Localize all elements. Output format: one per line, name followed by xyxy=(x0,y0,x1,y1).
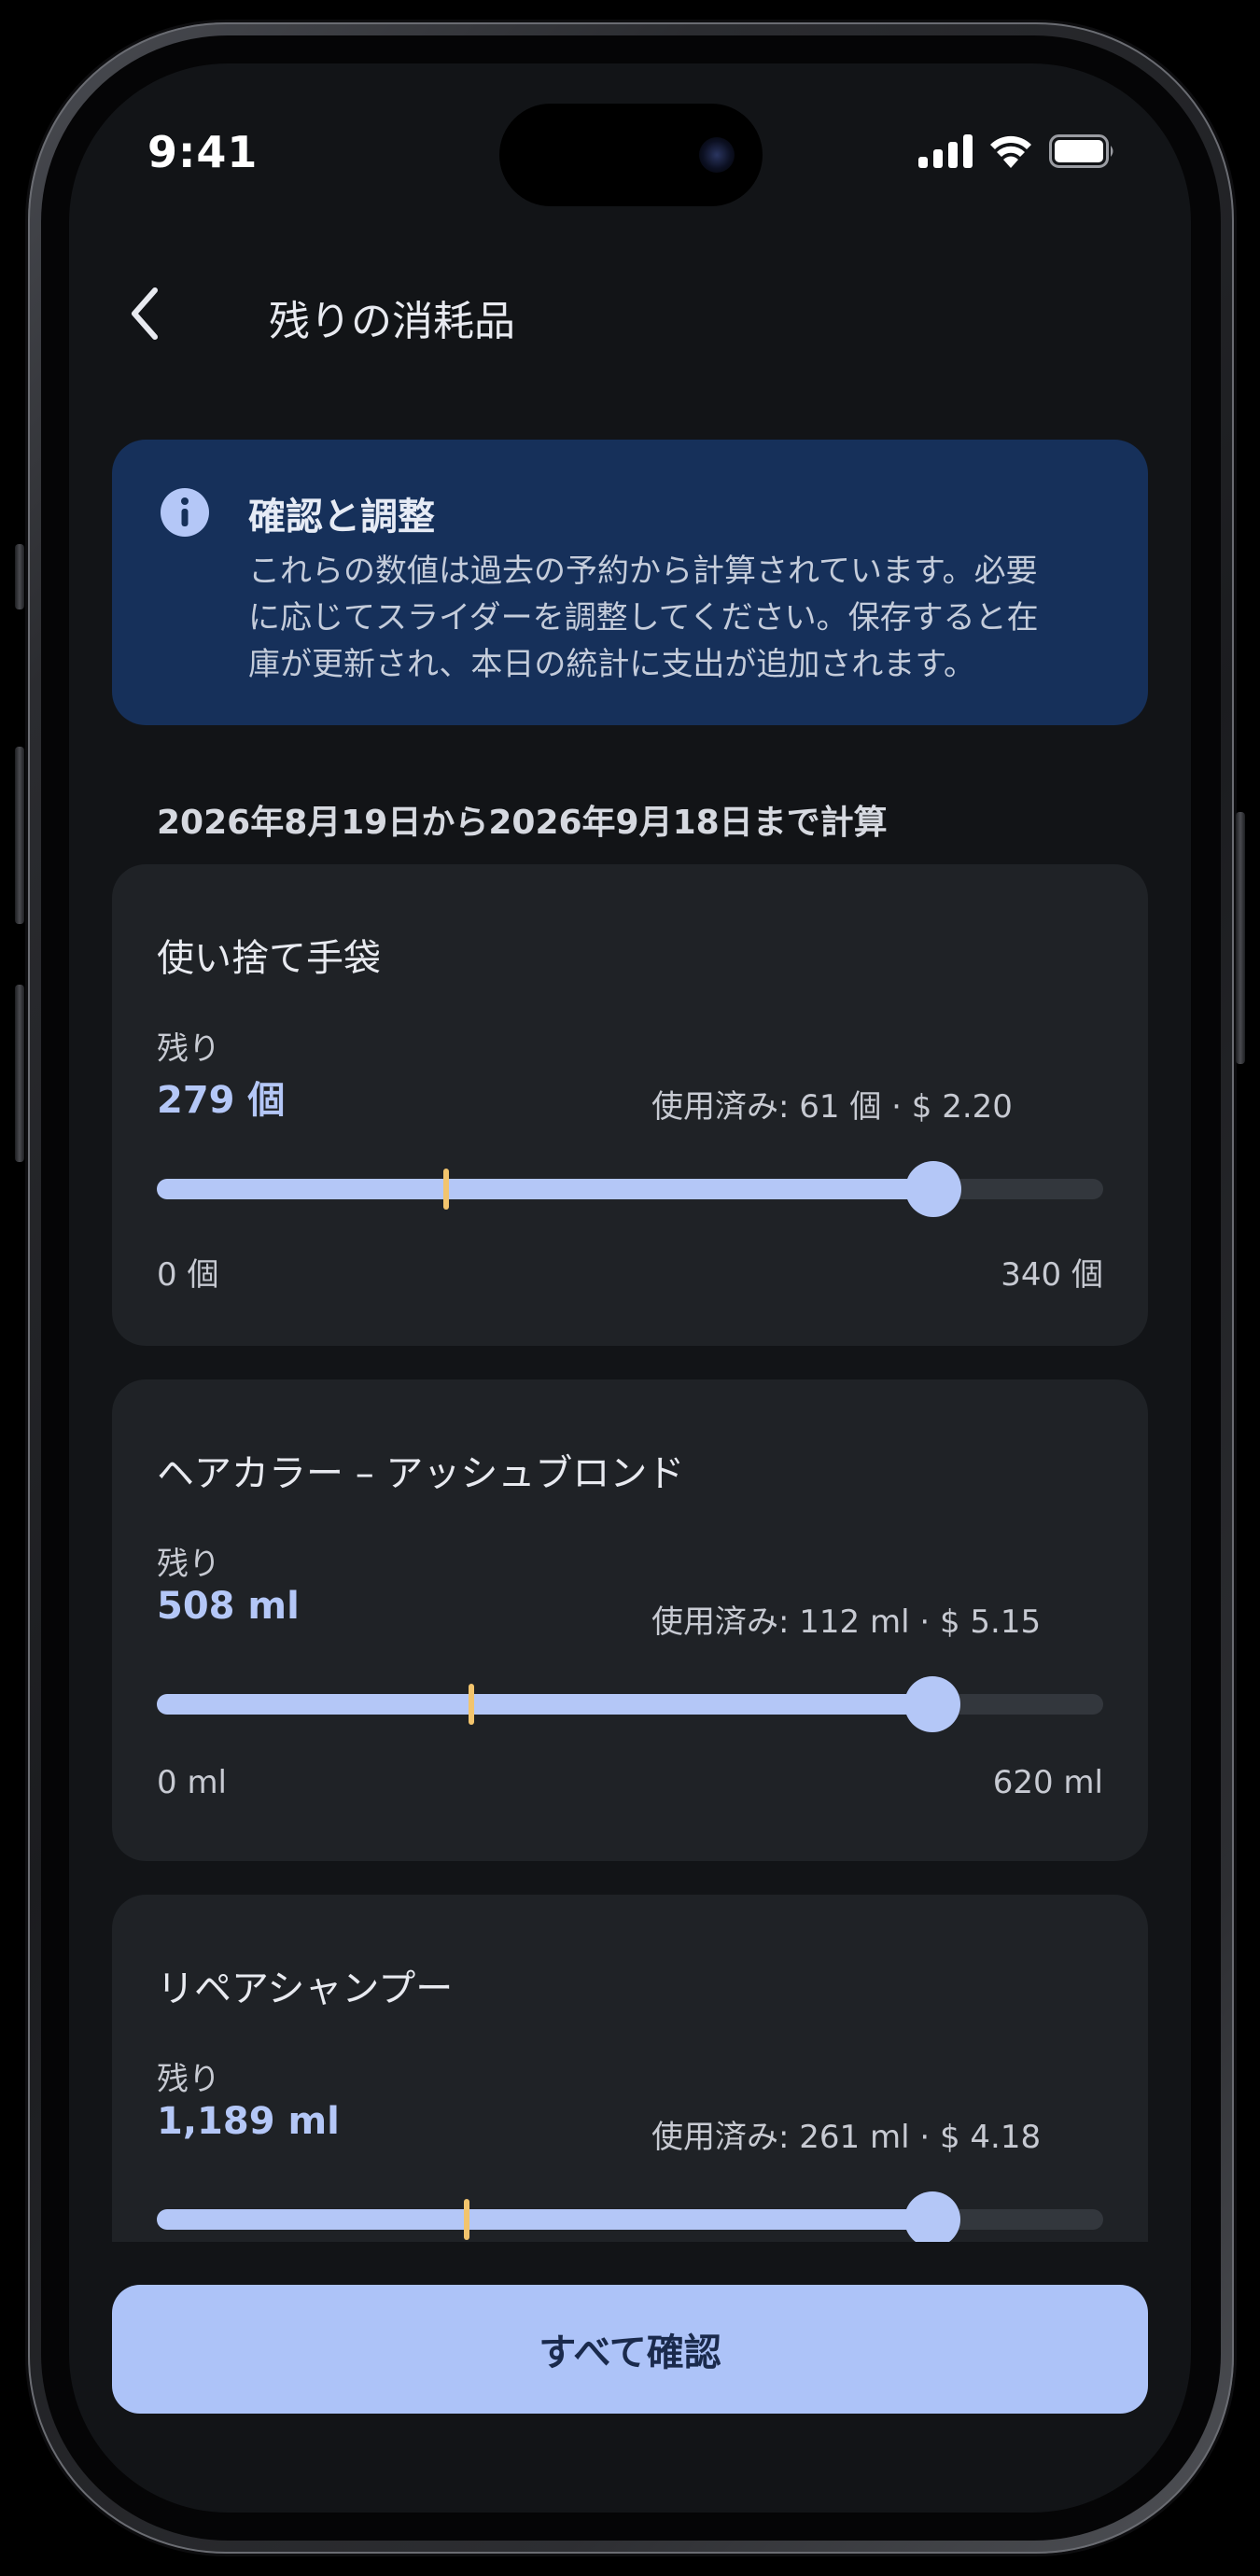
slider-thumb[interactable] xyxy=(905,1161,962,1217)
remaining-value: 1,189 ml xyxy=(157,2100,340,2143)
slider-fill xyxy=(157,1694,932,1715)
cellular-signal-icon xyxy=(918,134,973,168)
calculated-marker xyxy=(464,2199,470,2240)
app-screen: 9:41 残りの消耗品 確認と調整 これらの数値は過去の予約から計算されています… xyxy=(69,63,1191,2513)
power-button xyxy=(1236,812,1245,1064)
info-body: これらの数値は過去の予約から計算されています。必要 に応じてスライダーを調整して… xyxy=(248,548,1107,688)
slider-max-label: 620 ml xyxy=(992,1764,1103,1801)
supply-name: ヘアカラー – アッシュブロンド xyxy=(157,1452,685,1495)
supply-name: リペアシャンプー xyxy=(157,1967,454,2010)
slider-min-label: 0 個 xyxy=(157,1256,219,1294)
info-banner: 確認と調整 これらの数値は過去の予約から計算されています。必要 に応じてスライダ… xyxy=(112,440,1148,725)
calculated-marker xyxy=(468,1684,474,1725)
slider-thumb[interactable] xyxy=(904,2191,961,2242)
remaining-value: 508 ml xyxy=(157,1585,300,1628)
used-summary: 使用済み: 112 ml · $ 5.15 xyxy=(651,1603,1042,1641)
remaining-value: 279 個 xyxy=(157,1079,286,1122)
back-button[interactable] xyxy=(110,280,177,347)
used-summary: 使用済み: 61 個 · $ 2.20 xyxy=(651,1088,1013,1126)
used-summary: 使用済み: 261 ml · $ 4.18 xyxy=(651,2119,1042,2156)
remaining-label: 残り xyxy=(157,2061,220,2098)
remaining-label: 残り xyxy=(157,1546,220,1583)
supply-name: 使い捨て手袋 xyxy=(157,937,381,980)
supply-card-shampoo: リペアシャンプー 残り 1,189 ml 使用済み: 261 ml · $ 4.… xyxy=(112,1895,1148,2242)
wifi-icon xyxy=(990,135,1031,168)
slider-thumb[interactable] xyxy=(903,1676,960,1732)
chevron-left-icon xyxy=(132,287,158,340)
supply-card-hair-color: ヘアカラー – アッシュブロンド 残り 508 ml 使用済み: 112 ml … xyxy=(112,1379,1148,1861)
volume-down-button xyxy=(15,985,24,1162)
front-camera xyxy=(699,137,735,173)
battery-icon xyxy=(1049,134,1113,168)
info-body-line: これらの数値は過去の予約から計算されています。必要 xyxy=(248,553,1038,590)
remaining-slider[interactable] xyxy=(157,1161,1103,1217)
status-time: 9:41 xyxy=(147,127,259,177)
info-icon xyxy=(161,488,209,537)
action-button xyxy=(15,544,24,609)
page-title: 残りの消耗品 xyxy=(269,298,515,345)
slider-min-label: 0 ml xyxy=(157,1764,228,1801)
remaining-slider[interactable] xyxy=(157,1676,1103,1732)
slider-fill xyxy=(157,1179,934,1199)
supply-card-gloves: 使い捨て手袋 残り 279 個 使用済み: 61 個 · $ 2.20 0 個 … xyxy=(112,864,1148,1346)
supply-list: 使い捨て手袋 残り 279 個 使用済み: 61 個 · $ 2.20 0 個 … xyxy=(112,864,1148,2242)
remaining-label: 残り xyxy=(157,1030,220,1068)
status-icons xyxy=(918,133,1116,170)
calculated-marker xyxy=(443,1169,450,1210)
confirm-all-button[interactable]: すべて確認 xyxy=(112,2285,1148,2414)
slider-max-label: 340 個 xyxy=(1001,1256,1103,1294)
info-body-line: に応じてスライダーを調整してください。保存すると在 xyxy=(248,599,1039,637)
remaining-slider[interactable] xyxy=(157,2191,1103,2242)
dynamic-island xyxy=(499,104,763,206)
volume-up-button xyxy=(15,747,24,924)
calculation-range-label: 2026年8月19日から2026年9月18日まで計算 xyxy=(157,804,888,842)
info-body-line: 庫が更新され、本日の統計に支出が追加されます。 xyxy=(248,646,975,683)
slider-fill xyxy=(157,2209,933,2230)
info-title: 確認と調整 xyxy=(248,496,435,539)
